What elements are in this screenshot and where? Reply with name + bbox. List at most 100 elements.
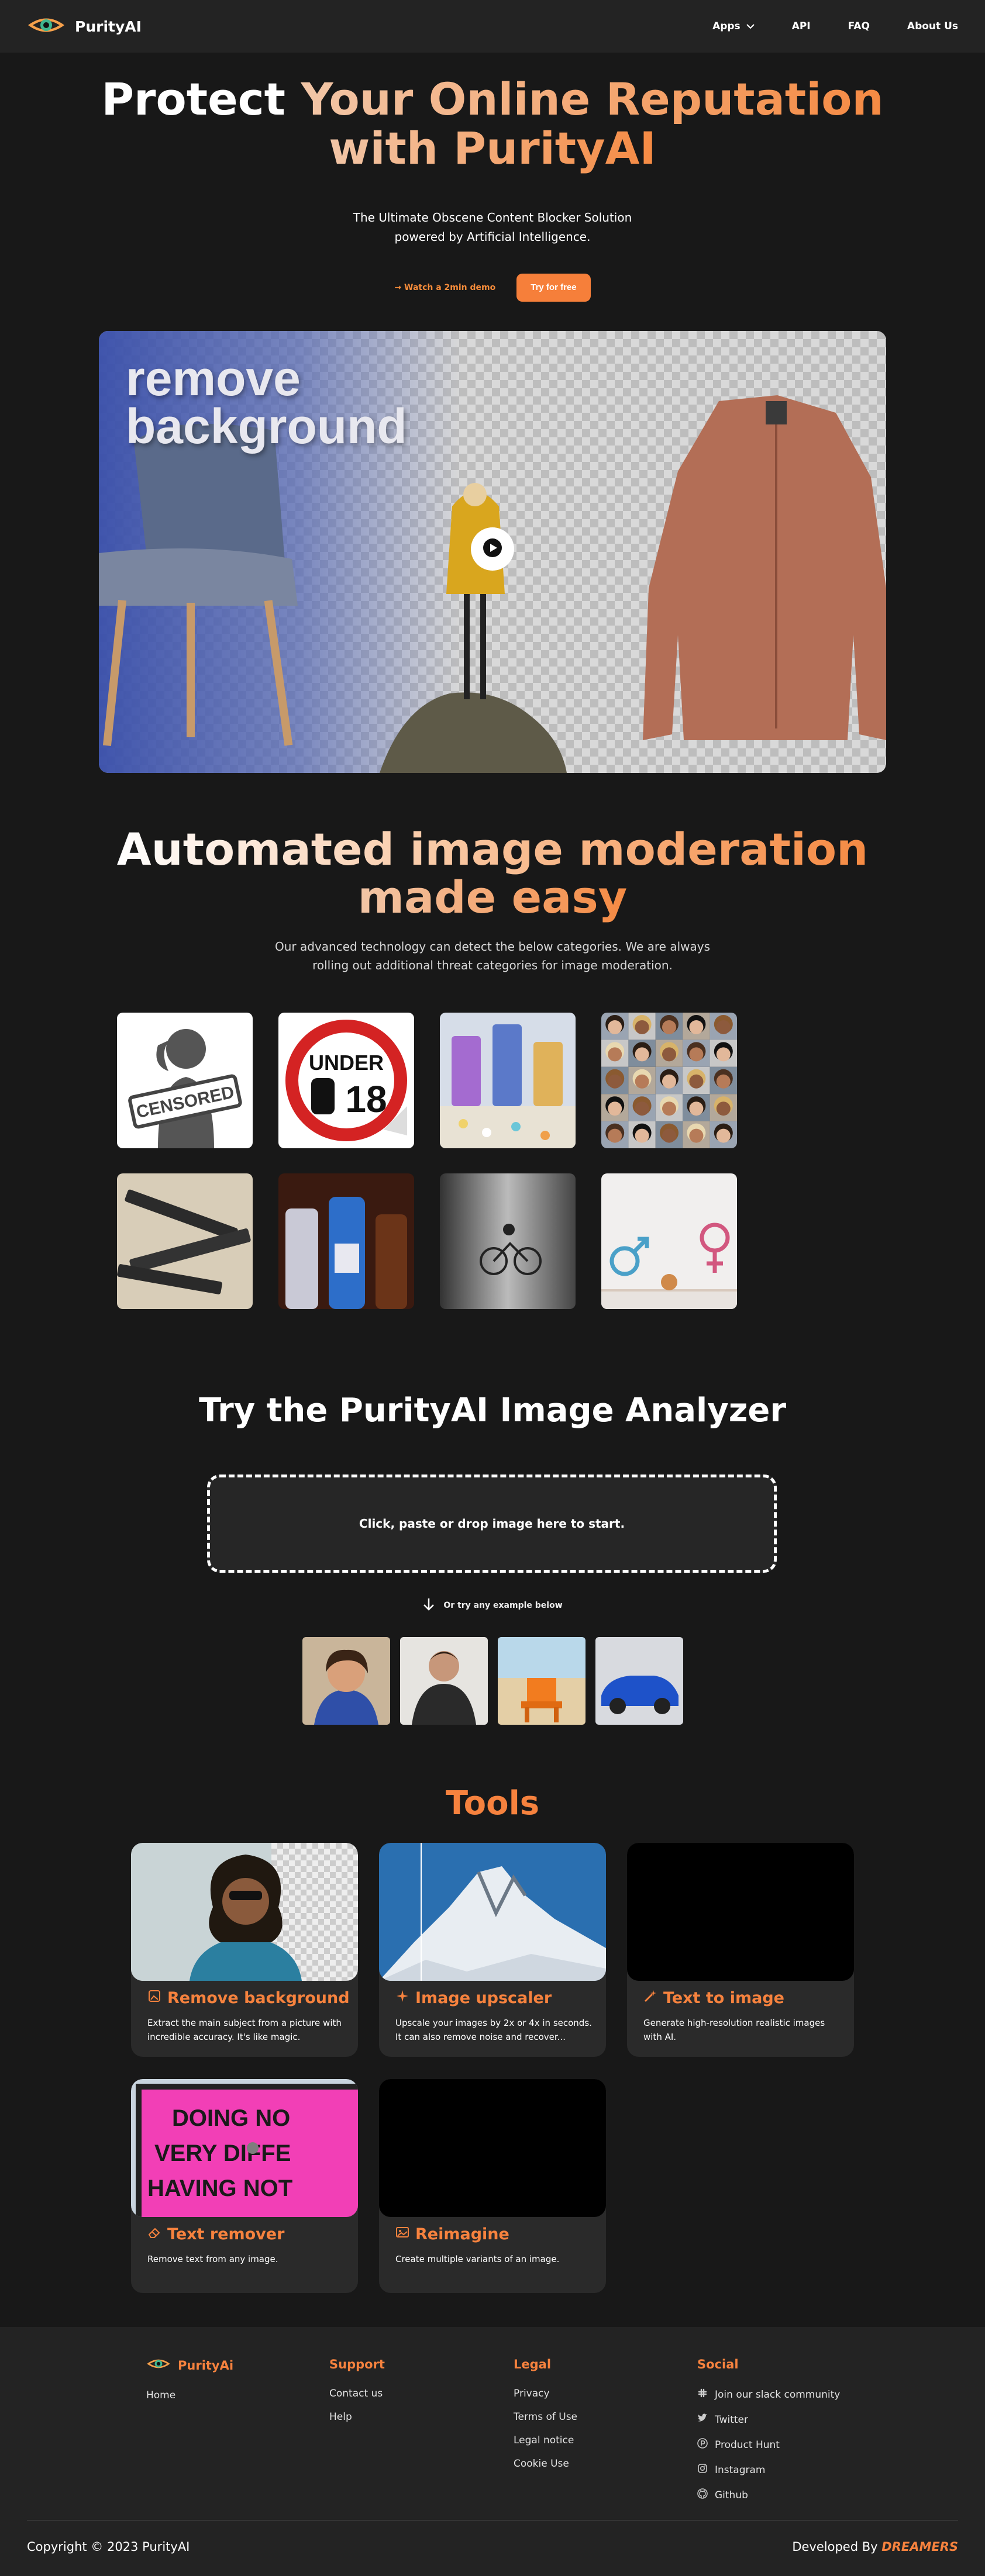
brand[interactable]: PurityAI [27,15,142,37]
slack-icon [697,2388,708,2401]
footer-link-label: Product Hunt [715,2439,780,2451]
footer-support-column: Support Contact us Help [329,2357,385,2435]
svg-text:HAVING NOT: HAVING NOT [147,2176,292,2201]
tool-description: Remove text from any image. [147,2254,278,2264]
tool-image-upscaler [379,1843,606,1981]
tool-image-remove-background [131,1843,358,1981]
moderation-description: Our advanced technology can detect the b… [0,937,985,975]
tool-title: Text to image [663,1989,784,2007]
tool-image-text-remover: DOING NO VERY DIFFE HAVING NOT [131,2079,358,2217]
nav-api-link[interactable]: API [792,20,811,32]
tool-card-image-upscaler[interactable]: Image upscaler Upscale your images by 2x… [379,1843,606,2057]
example-image-blue-car[interactable] [595,1637,683,1725]
tool-description: Create multiple variants of an image. [395,2254,560,2264]
tool-header-remove-background: Remove background [147,1989,350,2007]
try-for-free-button[interactable]: Try for free [516,274,591,302]
hero-title-part-3: with PurityAI [329,122,656,174]
tool-card-reimagine[interactable]: Reimagine Create multiple variants of an… [379,2079,606,2293]
tool-description: Extract the main subject from a picture … [147,2018,342,2042]
tool-image-text-to-image [627,1843,854,1981]
play-button[interactable] [471,527,514,571]
tool-header-text-to-image: Text to image [643,1989,784,2007]
example-image-woman[interactable] [302,1637,390,1725]
example-image-man[interactable] [400,1637,488,1725]
eye-logo-icon [27,15,66,37]
tool-title: Remove background [167,1989,350,2007]
arrow-down-icon [422,1597,435,1614]
footer-link-cookie[interactable]: Cookie Use [514,2458,577,2470]
developed-by-label: Developed By [792,2540,878,2554]
tool-title: Text remover [167,2225,285,2243]
tool-header-image-upscaler: Image upscaler [395,1989,552,2007]
footer-link-legal-notice[interactable]: Legal notice [514,2435,577,2446]
image-frame-icon [147,1989,161,2007]
hero-title-part-2: Your Online Reputation [301,73,884,125]
hero-title-part-1: Protect [101,73,286,125]
eraser-icon [147,2225,161,2243]
hero-subtitle: The Ultimate Obscene Content Blocker Sol… [0,208,985,247]
sparkle-icon [395,1989,409,2007]
video-overlay-text: remove background [126,351,407,451]
category-drugs-image [440,1013,576,1148]
footer-link-github[interactable]: Github [697,2488,840,2502]
product-hunt-icon [697,2438,708,2451]
nav-apps-menu[interactable]: Apps [712,20,755,32]
nav-faq-link[interactable]: FAQ [848,20,870,32]
play-icon [483,538,502,560]
tool-image-reimagine [379,2079,606,2217]
category-gender-image [601,1173,737,1309]
footer-link-product-hunt[interactable]: Product Hunt [697,2438,840,2451]
instagram-icon [697,2463,708,2477]
footer-link-privacy[interactable]: Privacy [514,2388,577,2399]
footer-link-slack[interactable]: Join our slack community [697,2388,840,2401]
category-nudity-image: CENSORED [117,1013,253,1148]
nav-about-link[interactable]: About Us [907,20,958,32]
image-dropzone[interactable]: Click, paste or drop image here to start… [207,1475,777,1573]
tools-title: Tools [445,1784,540,1822]
footer-link-contact[interactable]: Contact us [329,2388,385,2399]
tool-card-remove-background[interactable]: Remove background Extract the main subje… [131,1843,358,2057]
footer-link-help[interactable]: Help [329,2411,385,2423]
chevron-down-icon [746,20,755,32]
tool-header-text-remover: Text remover [147,2225,284,2243]
footer-link-home[interactable]: Home [146,2389,233,2401]
eye-logo-icon [146,2357,171,2373]
moderation-title: Automated image moderation made easy [0,826,985,921]
video-overlay-line-1: remove [126,351,301,406]
brand-name: PurityAI [75,18,142,35]
svg-text:18: 18 [345,1078,387,1120]
tool-header-reimagine: Reimagine [395,2225,509,2243]
top-nav: PurityAI Apps API FAQ About Us [0,0,985,53]
category-weapons-image [117,1173,253,1309]
github-icon [697,2488,708,2502]
footer-copyright: Copyright © 2023 PurityAI [27,2540,190,2554]
demo-video[interactable]: remove background [99,331,886,773]
svg-text:VERY DIFFE: VERY DIFFE [154,2140,291,2166]
svg-text:DOING NO: DOING NO [172,2105,290,2131]
footer-link-label: Twitter [715,2413,748,2426]
nav-apps-label: Apps [712,20,741,32]
watch-demo-link[interactable]: → Watch a 2min demo [394,283,495,292]
footer-link-label: Github [715,2489,748,2501]
footer-brand[interactable]: PurityAi [146,2357,233,2373]
hero-subtitle-line-2: powered by Artificial Intelligence. [394,230,591,244]
tool-card-text-remover[interactable]: DOING NO VERY DIFFE HAVING NOT Text remo… [131,2079,358,2293]
footer-legal-heading: Legal [514,2357,552,2371]
example-image-beach-chair[interactable] [498,1637,586,1725]
hero-title: Protect Your Online Reputation with Puri… [0,75,985,173]
developer-link[interactable]: DREAMERS [881,2540,958,2554]
tool-card-text-to-image[interactable]: Text to image Generate high-resolution r… [627,1843,854,2057]
example-hint-label: Or try any example below [443,1601,563,1610]
moderation-desc-line-1: Our advanced technology can detect the b… [275,940,710,954]
footer-brand-name: PurityAi [178,2358,234,2373]
footer-link-label: Join our slack community [715,2388,841,2401]
footer: PurityAi Home Support Contact us Help Le… [0,2327,985,2576]
moderation-title-line-2: made easy [357,871,628,923]
category-motion-blur-image [440,1173,576,1309]
footer-link-instagram[interactable]: Instagram [697,2463,840,2477]
dropzone-label: Click, paste or drop image here to start… [359,1517,625,1531]
tool-description: Generate high-resolution realistic image… [643,2018,825,2042]
footer-link-terms[interactable]: Terms of Use [514,2411,577,2423]
footer-link-twitter[interactable]: Twitter [697,2413,840,2426]
tool-title: Image upscaler [415,1989,552,2007]
